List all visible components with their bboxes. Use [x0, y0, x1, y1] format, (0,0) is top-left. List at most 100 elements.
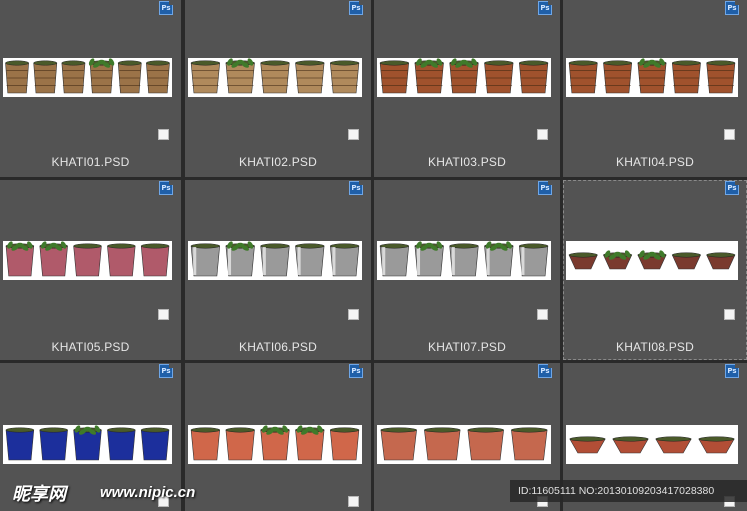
- pot-2: [414, 58, 444, 94]
- pot-4: [295, 60, 325, 94]
- file-tile[interactable]: Ps: [185, 363, 371, 511]
- pot-3: [449, 243, 479, 277]
- select-checkbox[interactable]: [348, 496, 359, 507]
- file-name-label: KHATI01.PSD: [51, 155, 130, 169]
- pot-2: [39, 427, 68, 461]
- file-thumbnail[interactable]: [377, 58, 551, 97]
- pot-1: [190, 427, 221, 461]
- pot-thumbnail-image: [5, 241, 170, 277]
- file-thumbnail[interactable]: [566, 241, 738, 280]
- pot-3: [61, 60, 86, 94]
- pot-1: [5, 427, 35, 461]
- file-tile[interactable]: Ps KHATI08.PSD: [563, 180, 747, 360]
- pot-4: [511, 427, 548, 461]
- pot-4: [698, 436, 735, 454]
- pot-4: [88, 58, 115, 94]
- select-checkbox[interactable]: [724, 309, 735, 320]
- photoshop-file-icon: Ps: [159, 181, 173, 195]
- watermark-id: ID:11605111 NO:20130109203417028380: [510, 480, 747, 502]
- pot-2: [603, 60, 633, 94]
- pot-4: [671, 60, 701, 94]
- file-thumbnail[interactable]: [566, 58, 738, 97]
- pot-thumbnail-image: [5, 58, 170, 94]
- pot-2: [225, 427, 255, 461]
- file-tile[interactable]: Ps KHATI02.PSD: [185, 0, 371, 177]
- file-thumbnail[interactable]: [3, 425, 172, 464]
- pot-3: [260, 243, 290, 277]
- pot-2: [414, 241, 444, 277]
- pot-4: [295, 425, 325, 461]
- photoshop-file-icon: Ps: [349, 364, 363, 378]
- pot-5: [518, 243, 549, 277]
- file-tile[interactable]: Ps KHATI07.PSD: [374, 180, 560, 360]
- pot-6: [146, 60, 170, 94]
- pot-1: [379, 60, 410, 94]
- file-thumbnail[interactable]: [3, 241, 172, 280]
- pot-1: [5, 241, 35, 277]
- pot-2: [612, 436, 649, 454]
- photoshop-file-icon: Ps: [538, 1, 552, 15]
- pot-5: [518, 60, 549, 94]
- photoshop-file-icon: Ps: [725, 181, 739, 195]
- pot-5: [117, 60, 142, 94]
- photoshop-file-icon: Ps: [349, 1, 363, 15]
- file-thumbnail[interactable]: [3, 58, 172, 97]
- pot-2: [39, 241, 68, 277]
- file-name-label: KHATI03.PSD: [427, 155, 506, 169]
- pot-thumbnail-image: [568, 250, 736, 270]
- file-name-label: KHATI06.PSD: [238, 340, 317, 354]
- pot-1: [190, 243, 221, 277]
- photoshop-file-icon: Ps: [725, 364, 739, 378]
- pot-1: [568, 252, 598, 270]
- file-tile[interactable]: Ps KHATI01.PSD: [0, 0, 181, 177]
- photoshop-file-icon: Ps: [159, 1, 173, 15]
- file-thumbnail[interactable]: [566, 425, 738, 464]
- pot-5: [329, 427, 360, 461]
- pot-2: [424, 427, 461, 461]
- pot-5: [140, 427, 170, 461]
- pot-3: [655, 436, 692, 454]
- file-name-label: KHATI04.PSD: [615, 155, 694, 169]
- file-thumbnail[interactable]: [188, 58, 362, 97]
- select-checkbox[interactable]: [537, 129, 548, 140]
- photoshop-file-icon: Ps: [159, 364, 173, 378]
- pot-3: [260, 60, 290, 94]
- file-tile[interactable]: Ps KHATI06.PSD: [185, 180, 371, 360]
- pot-5: [140, 243, 170, 277]
- file-thumbnail[interactable]: [377, 241, 551, 280]
- pot-4: [484, 241, 514, 277]
- file-thumbnail[interactable]: [188, 425, 362, 464]
- pot-1: [569, 436, 606, 454]
- select-checkbox[interactable]: [158, 129, 169, 140]
- pot-2: [225, 241, 255, 277]
- select-checkbox[interactable]: [348, 309, 359, 320]
- select-checkbox[interactable]: [348, 129, 359, 140]
- pot-1: [568, 60, 598, 94]
- pot-5: [329, 60, 360, 94]
- pot-1: [190, 60, 221, 94]
- pot-thumbnail-image: [568, 58, 736, 94]
- pot-2: [603, 250, 633, 270]
- pot-3: [73, 425, 102, 461]
- file-name-label: KHATI08.PSD: [615, 340, 694, 354]
- photoshop-file-icon: Ps: [538, 364, 552, 378]
- select-checkbox[interactable]: [537, 309, 548, 320]
- pot-1: [5, 60, 29, 94]
- pot-4: [295, 243, 325, 277]
- select-checkbox[interactable]: [158, 309, 169, 320]
- pot-5: [706, 60, 736, 94]
- photoshop-file-icon: Ps: [725, 1, 739, 15]
- photoshop-file-icon: Ps: [538, 181, 552, 195]
- file-tile[interactable]: Ps KHATI04.PSD: [563, 0, 747, 177]
- pot-4: [484, 60, 514, 94]
- file-thumbnail[interactable]: [377, 425, 551, 464]
- pot-3: [73, 243, 102, 277]
- file-tile[interactable]: Ps KHATI05.PSD: [0, 180, 181, 360]
- file-tile[interactable]: Ps KHATI03.PSD: [374, 0, 560, 177]
- pot-3: [449, 58, 479, 94]
- file-thumbnail[interactable]: [188, 241, 362, 280]
- pot-1: [380, 427, 417, 461]
- pot-thumbnail-image: [380, 427, 548, 461]
- select-checkbox[interactable]: [724, 129, 735, 140]
- pot-3: [637, 58, 667, 94]
